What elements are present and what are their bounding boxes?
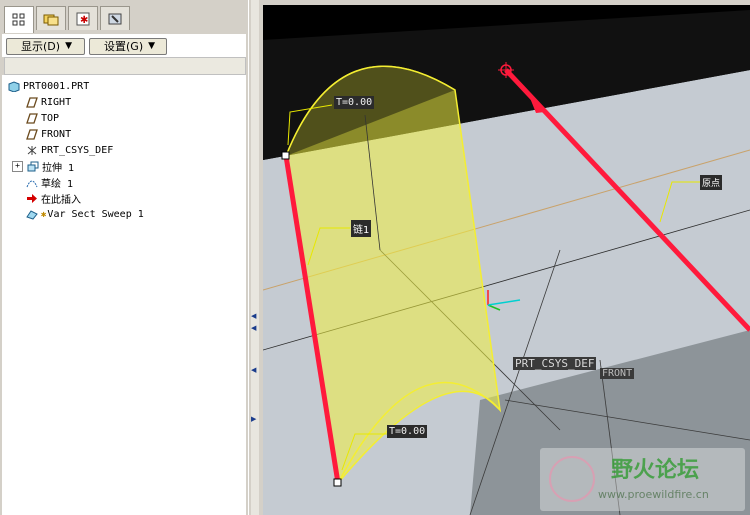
collapse-arrow-icon[interactable]: ◀ ◀: [251, 310, 256, 334]
datum-plane-icon: [26, 113, 38, 124]
model-tree-panel: ✱ 显示(D) ▼ 设置(G) ▼ PRT0001.PRT RIGHT TOP FR…: [0, 0, 249, 515]
expand-plus-icon[interactable]: +: [12, 161, 23, 172]
graphics-window[interactable]: T=0.00 链1 原点 T=0.00 PRT_CSYS_DEF FRONT 野…: [263, 0, 750, 515]
tab-folder-browser[interactable]: [36, 6, 66, 30]
tree-item-front[interactable]: FRONT: [26, 127, 71, 142]
sketch-icon: [26, 180, 38, 188]
tree-item-label: PRT_CSYS_DEF: [41, 145, 114, 156]
insert-here-arrow-icon: [27, 194, 37, 203]
tab-tools[interactable]: [100, 6, 130, 30]
start-handle[interactable]: [281, 151, 290, 160]
tree-item-csys[interactable]: PRT_CSYS_DEF: [26, 143, 113, 158]
failed-feature-mark-icon: ✱: [41, 209, 47, 220]
tree-column-header: [4, 57, 246, 75]
tree-item-label: FRONT: [41, 129, 72, 140]
tree-item-top[interactable]: TOP: [26, 111, 59, 126]
show-dropdown-label: 显示(D): [21, 40, 61, 53]
tree-item-var-sect-sweep[interactable]: ✱ Var Sect Sweep 1: [26, 207, 144, 222]
tree-root-label: PRT0001.PRT: [23, 81, 90, 92]
extrude-icon: [27, 161, 39, 172]
tag-t-bottom: T=0.00: [387, 425, 428, 438]
tools-icon: [108, 13, 122, 24]
tree-item-sketch[interactable]: 草绘 1: [26, 175, 73, 190]
favorites-icon: ✱: [76, 12, 90, 26]
tree-item-label: TOP: [41, 113, 60, 124]
scrollbar-track[interactable]: [251, 0, 259, 515]
tree-item-label: RIGHT: [41, 97, 72, 108]
model-tree: PRT0001.PRT RIGHT TOP FRONT PRT_CSYS_DEF…: [2, 75, 246, 515]
settings-dropdown-label: 设置(G): [104, 40, 144, 53]
csys-icon: [27, 146, 37, 155]
navigator-tabs: ✱: [4, 6, 130, 33]
collapse-arrow-icon[interactable]: ◀: [251, 366, 256, 374]
tree-item-label: 在此插入: [41, 195, 81, 206]
tag-chain: 链1: [351, 220, 372, 237]
tree-item-label: Var Sect Sweep 1: [47, 209, 144, 220]
folder-browser-icon: [43, 14, 59, 25]
tab-favorites[interactable]: ✱: [68, 6, 98, 30]
tree-item-label: 草绘 1: [41, 179, 74, 190]
tree-item-insert-here[interactable]: 在此插入: [26, 191, 81, 206]
datum-plane-icon: [26, 97, 38, 108]
watermark-url: www.proewildfire.cn: [598, 488, 709, 501]
panel-splitter[interactable]: ◀ ◀ ◀ ▶: [248, 0, 264, 515]
tree-toolbar: 显示(D) ▼ 设置(G) ▼: [2, 34, 246, 57]
tag-front: FRONT: [600, 368, 635, 379]
settings-dropdown[interactable]: 设置(G) ▼: [89, 37, 167, 55]
show-dropdown[interactable]: 显示(D) ▼: [6, 37, 85, 55]
var-sect-sweep-icon: [26, 210, 38, 220]
svg-text:✱: ✱: [80, 15, 88, 26]
tag-origin: 原点: [700, 175, 723, 190]
tab-model-tree[interactable]: [4, 6, 34, 33]
end-handle[interactable]: [333, 478, 342, 487]
collapse-arrow-icon[interactable]: ▶: [251, 415, 256, 423]
tree-item-extrude[interactable]: + 拉伸 1: [12, 159, 74, 174]
chevron-down-icon: ▼: [65, 41, 72, 51]
chevron-down-icon: ▼: [148, 41, 156, 51]
tag-t-top: T=0.00: [334, 96, 375, 109]
watermark-brand: 野火论坛: [611, 458, 700, 483]
model-tree-icon: [12, 13, 25, 26]
tag-csys: PRT_CSYS_DEF: [513, 357, 597, 370]
tree-item-label: 拉伸 1: [42, 163, 75, 174]
model-view[interactable]: [263, 0, 750, 515]
tree-item-right[interactable]: RIGHT: [26, 95, 71, 110]
tree-root[interactable]: PRT0001.PRT: [8, 79, 89, 94]
datum-plane-icon: [26, 129, 38, 140]
part-icon: [8, 81, 20, 92]
